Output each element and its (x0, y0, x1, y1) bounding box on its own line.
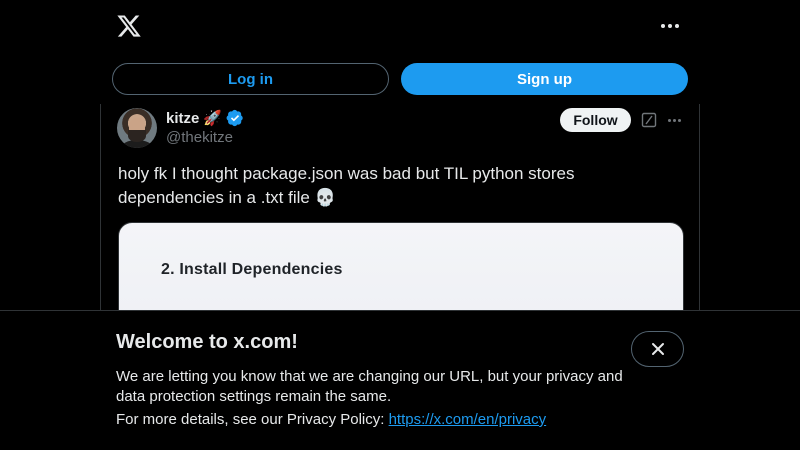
author-name-row: kitze 🚀 (166, 109, 244, 127)
more-options-icon[interactable] (658, 14, 682, 38)
auth-buttons: Log in Sign up (112, 63, 688, 95)
signup-button[interactable]: Sign up (401, 63, 688, 95)
author-handle[interactable]: @thekitze (166, 129, 233, 146)
banner-title: Welcome to x.com! (116, 331, 298, 353)
privacy-policy-link[interactable]: https://x.com/en/privacy (389, 411, 547, 428)
media-heading: 2. Install Dependencies (161, 261, 343, 278)
author-emoji: 🚀 (203, 110, 223, 127)
close-button[interactable] (631, 331, 684, 367)
banner-details: For more details, see our Privacy Policy… (116, 411, 546, 428)
avatar[interactable] (117, 108, 157, 148)
follow-button[interactable]: Follow (560, 108, 631, 132)
banner-details-prefix: For more details, see our Privacy Policy… (116, 411, 389, 428)
tweet-text: holy fk I thought package.json was bad b… (118, 164, 575, 207)
banner-body: We are letting you know that we are chan… (116, 368, 623, 405)
tweet-more-icon[interactable] (665, 112, 683, 128)
close-icon (651, 343, 664, 355)
grok-icon[interactable] (641, 112, 657, 128)
top-bar (100, 0, 700, 52)
verified-badge-icon[interactable] (226, 109, 244, 127)
author-name[interactable]: kitze (166, 110, 199, 127)
page: Log in Sign up kitze 🚀 @thekitze Follow (0, 0, 800, 450)
welcome-banner: Welcome to x.com! We are letting you kno… (0, 310, 800, 450)
x-logo-icon[interactable] (116, 13, 142, 39)
login-button[interactable]: Log in (112, 63, 389, 95)
